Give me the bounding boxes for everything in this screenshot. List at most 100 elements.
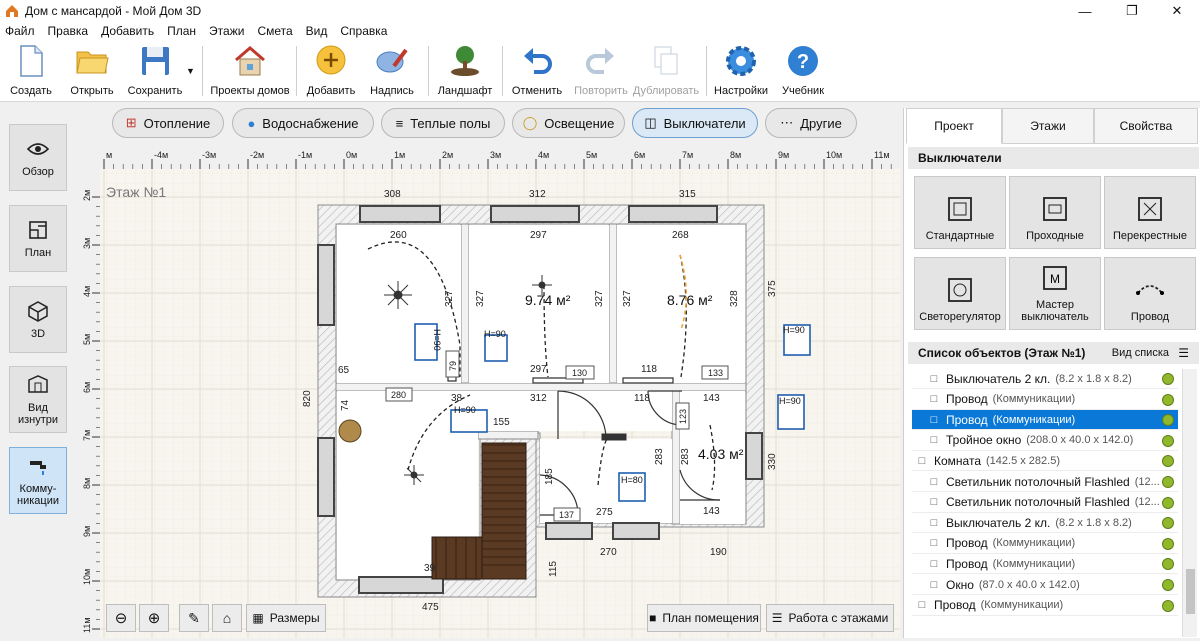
object-row[interactable]: □ Провод (Коммуникации) [912, 410, 1178, 431]
object-row[interactable]: □ Провод (Коммуникации) [912, 554, 1178, 575]
object-type-icon: □ [930, 413, 938, 426]
menu-edit[interactable]: Правка [48, 24, 89, 38]
undo-button[interactable]: Отменить [508, 44, 566, 100]
tile-passthrough-switch[interactable]: Проходные [1009, 176, 1101, 249]
tile-master-switch[interactable]: M Мастер выключатель [1009, 257, 1101, 330]
maximize-button[interactable]: ❐ [1109, 0, 1155, 22]
visibility-eye-icon[interactable] [1162, 434, 1174, 447]
settings-button[interactable]: Настройки [712, 44, 770, 100]
object-row[interactable]: □ Провод (Коммуникации) [912, 596, 1178, 616]
object-type-icon: □ [930, 496, 938, 509]
object-detail: (87.0 x 40.0 x 142.0) [978, 578, 1080, 591]
save-button[interactable]: Сохранить [126, 44, 184, 100]
ruler-x-label: 11м [874, 150, 890, 160]
menu-estimate[interactable]: Смета [257, 24, 292, 38]
visibility-eye-icon[interactable] [1162, 455, 1174, 468]
save-dropdown-icon[interactable]: ▼ [186, 66, 195, 76]
switch-icon: ◫ [644, 115, 657, 130]
label-button[interactable]: Надпись [366, 44, 418, 100]
visibility-eye-icon[interactable] [1162, 517, 1174, 530]
visibility-eye-icon[interactable] [1162, 414, 1174, 427]
zoom-out-button[interactable]: ⊖ [106, 604, 136, 632]
visibility-eye-icon[interactable] [1162, 496, 1174, 509]
visibility-eye-icon[interactable] [1162, 558, 1174, 571]
category-heating[interactable]: ⊞ Отопление [112, 108, 224, 138]
3d-button[interactable]: 3D [9, 286, 67, 353]
menu-view[interactable]: Вид [306, 24, 328, 38]
dim-38: 38 [451, 393, 463, 404]
category-water[interactable]: ● Водоснабжение [232, 108, 374, 138]
tab-properties[interactable]: Свойства [1094, 108, 1198, 144]
redo-button[interactable]: Повторить [570, 44, 632, 100]
visibility-eye-icon[interactable] [1162, 579, 1174, 591]
dim-130: 130 [572, 368, 587, 378]
room-plan-button[interactable]: ■ План помещения [647, 604, 761, 632]
communications-button[interactable]: Комму-никации [9, 447, 67, 514]
objects-list: □ Выключатель 2 кл. (8.2 x 1.8 x 8.2) □ Пров… [912, 369, 1182, 639]
category-switches[interactable]: ◫ Выключатели [632, 108, 758, 138]
list-view-icon[interactable]: ☰ [1178, 346, 1189, 360]
tile-cross-switch[interactable]: Перекрестные [1104, 176, 1196, 249]
create-button[interactable]: Создать [6, 44, 56, 100]
sizes-button[interactable]: ▦ Размеры [246, 604, 326, 632]
tile-master-label: Мастер выключатель [1021, 299, 1089, 323]
tab-project[interactable]: Проект [906, 108, 1002, 144]
plan-button[interactable]: План [9, 205, 67, 272]
minimize-button[interactable]: — [1062, 0, 1108, 22]
ruler-button[interactable]: ✎ [179, 604, 209, 632]
visibility-eye-icon[interactable] [1162, 476, 1174, 488]
duplicate-button[interactable]: Дублировать [630, 44, 702, 100]
category-warm-floors[interactable]: ≡ Теплые полы [381, 108, 505, 138]
visibility-eye-icon[interactable] [1162, 393, 1174, 406]
dim-bottom-1: 475 [422, 602, 439, 613]
plan-canvas[interactable]: м -4м -3м -2м -1м 0м 1м 2м 3м 4м 5м 6м 7м 8м 9м 10м 11м … [78, 145, 900, 638]
objects-scrollbar[interactable] [1182, 369, 1197, 637]
tile-wire[interactable]: Провод [1104, 257, 1196, 330]
tile-standard-switch[interactable]: Стандартные [914, 176, 1006, 249]
menu-add[interactable]: Добавить [101, 24, 154, 38]
objects-list-header: Список объектов (Этаж №1) Вид списка ☰ [908, 342, 1199, 364]
object-row[interactable]: □ Комната (142.5 x 282.5) [912, 451, 1178, 472]
landscape-button[interactable]: Ландшафт [436, 44, 494, 100]
overview-button[interactable]: Обзор [9, 124, 67, 191]
tree-icon [451, 46, 479, 76]
menu-help[interactable]: Справка [340, 24, 387, 38]
dim-275: 275 [596, 507, 613, 518]
category-lighting[interactable]: ◯ Освещение [512, 108, 625, 138]
object-row[interactable]: □ Выключатель 2 кл. (8.2 x 1.8 x 8.2) [912, 513, 1178, 534]
category-other[interactable]: ⋯ Другие [765, 108, 857, 138]
floors-work-button[interactable]: ☰ Работа с этажами [766, 604, 894, 632]
tutorial-button[interactable]: ? Учебник [776, 44, 830, 100]
scrollbar-thumb[interactable] [1186, 569, 1195, 614]
objects-list-title: Список объектов (Этаж №1) [918, 346, 1086, 360]
object-name: Провод [946, 392, 988, 407]
add-button[interactable]: Добавить [304, 44, 358, 100]
object-row[interactable]: □ Окно (87.0 x 40.0 x 142.0) [912, 575, 1178, 595]
object-row[interactable]: □ Провод (Коммуникации) [912, 390, 1178, 410]
home-button[interactable]: ⌂ [212, 604, 242, 632]
visibility-eye-icon[interactable] [1162, 537, 1174, 550]
close-button[interactable]: ✕ [1154, 0, 1200, 22]
visibility-eye-icon[interactable] [1162, 373, 1174, 385]
object-row[interactable]: □ Тройное окно (208.0 x 40.0 x 142.0) [912, 431, 1178, 451]
object-name: Провод [946, 536, 988, 551]
tile-dimmer[interactable]: Светорегулятор [914, 257, 1006, 330]
object-row[interactable]: □ Светильник потолочный Flashled (12... [912, 472, 1178, 492]
menu-plan[interactable]: План [167, 24, 196, 38]
visibility-eye-icon[interactable] [1162, 599, 1174, 612]
toolbar-separator [706, 46, 707, 96]
menu-floors[interactable]: Этажи [209, 24, 244, 38]
object-name: Тройное окно [946, 433, 1022, 448]
inside-view-button[interactable]: Вид изнутри [9, 366, 67, 433]
tile-cross-label: Перекрестные [1113, 230, 1187, 242]
menu-file[interactable]: Файл [5, 24, 35, 38]
object-row[interactable]: □ Светильник потолочный Flashled (12... [912, 493, 1178, 513]
object-row[interactable]: □ Выключатель 2 кл. (8.2 x 1.8 x 8.2) [912, 369, 1178, 389]
list-view-toggle[interactable]: Вид списка [1112, 347, 1169, 359]
zoom-in-button[interactable]: ⊕ [139, 604, 169, 632]
open-button[interactable]: Открыть [66, 44, 118, 100]
object-row[interactable]: □ Провод (Коммуникации) [912, 534, 1178, 554]
dimmer-icon [948, 278, 972, 302]
house-projects-button[interactable]: Проекты домов [210, 44, 290, 100]
tab-floors[interactable]: Этажи [1002, 108, 1094, 144]
